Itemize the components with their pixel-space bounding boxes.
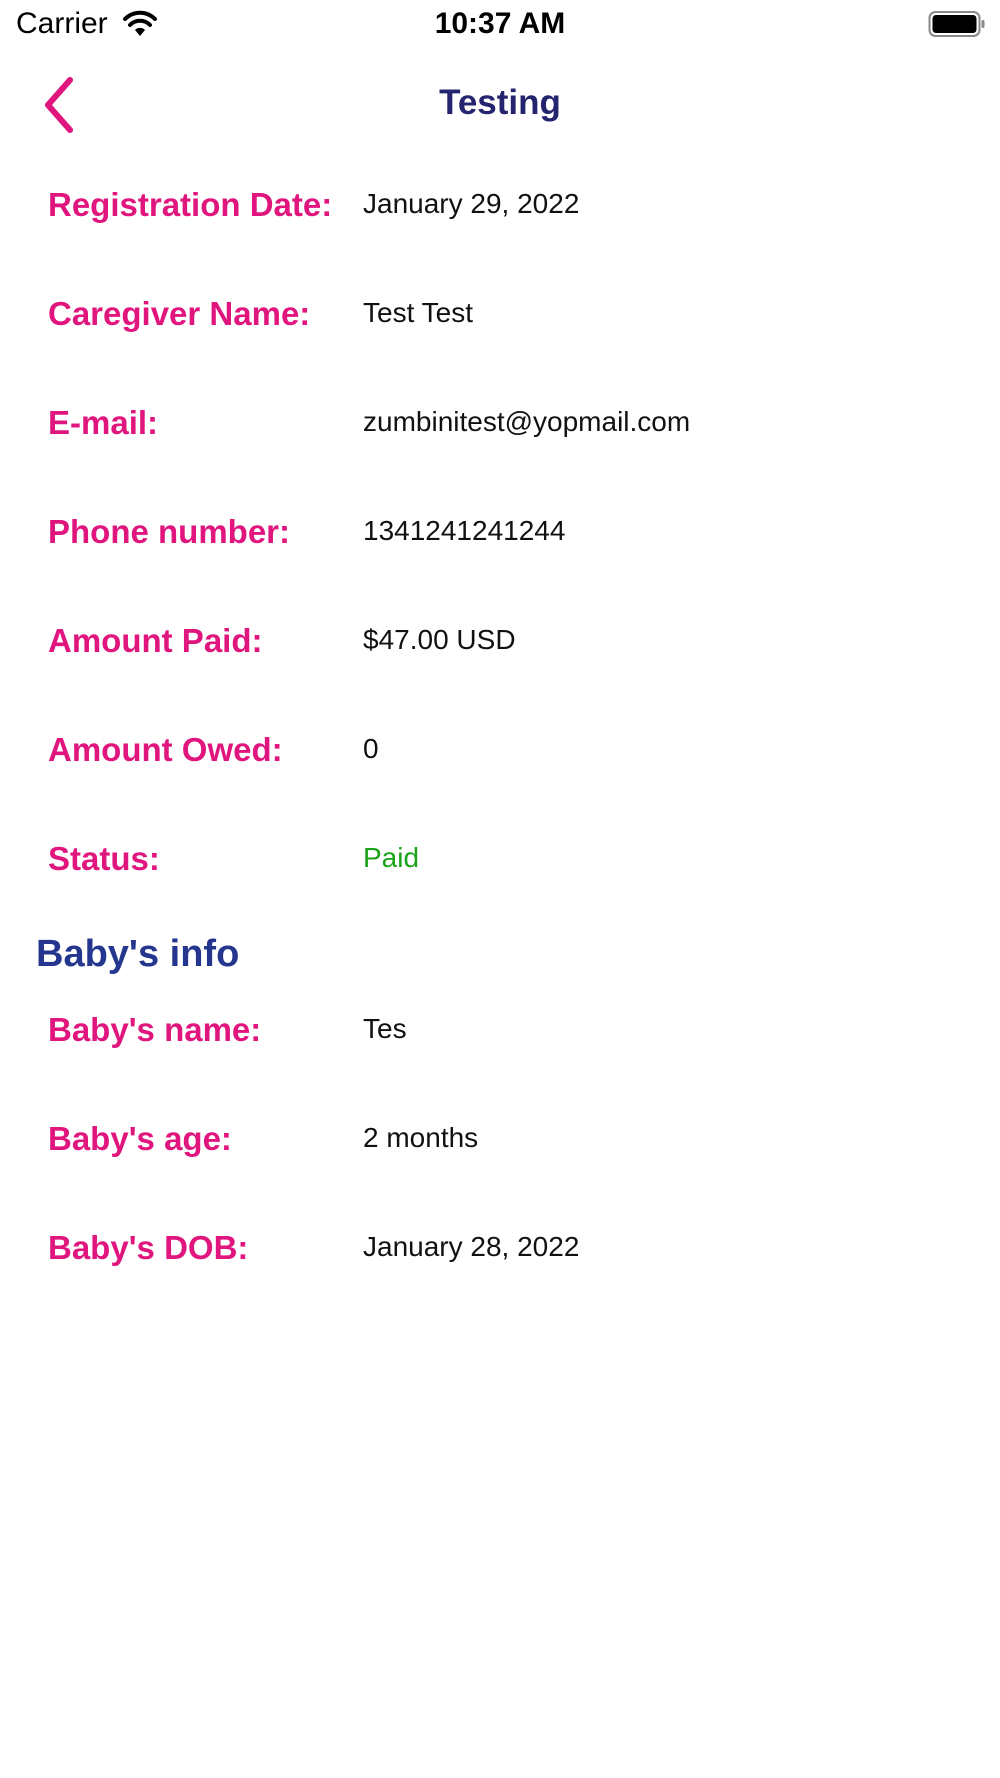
detail-label: Phone number:: [48, 513, 291, 550]
page-title: Testing: [439, 83, 561, 122]
detail-value: Tes: [363, 1013, 407, 1044]
detail-label: Baby's age:: [48, 1120, 232, 1157]
detail-row-babys-age: Baby's age: 2 months: [48, 1110, 968, 1170]
detail-value: $47.00 USD: [363, 624, 516, 655]
status-badge: Paid: [363, 842, 420, 873]
detail-label: Registration Date:: [48, 186, 333, 223]
detail-row-phone-number: Phone number: 1341241241244: [48, 503, 968, 563]
detail-row-amount-paid: Amount Paid: $47.00 USD: [48, 612, 968, 672]
detail-label: Baby's name:: [48, 1011, 262, 1048]
detail-value: 0: [363, 733, 379, 764]
detail-row-caregiver-name: Caregiver Name: Test Test: [48, 285, 968, 345]
detail-value: Test Test: [363, 297, 473, 328]
detail-value: 1341241241244: [363, 515, 566, 546]
detail-label: Amount Paid:: [48, 622, 263, 659]
detail-label: E-mail:: [48, 404, 159, 441]
detail-label: Caregiver Name:: [48, 295, 311, 332]
detail-row-babys-dob: Baby's DOB: January 28, 2022: [48, 1219, 968, 1279]
section-title-babys-info: Baby's info: [36, 933, 240, 975]
status-time: 10:37 AM: [434, 7, 566, 40]
status-bar: Carrier 10:37 AM: [0, 0, 1000, 50]
detail-row-amount-owed: Amount Owed: 0: [48, 721, 968, 781]
detail-row-babys-name: Baby's name: Tes: [48, 1001, 968, 1061]
detail-row-registration-date: Registration Date: January 29, 2022: [48, 176, 968, 236]
detail-value: January 29, 2022: [363, 188, 580, 219]
detail-label: Amount Owed:: [48, 731, 283, 768]
battery-icon: [928, 11, 985, 37]
detail-value: January 28, 2022: [363, 1231, 580, 1262]
detail-value: zumbinitest@yopmail.com: [363, 406, 691, 437]
detail-label: Baby's DOB:: [48, 1229, 249, 1266]
navigation-bar: Testing: [0, 60, 1000, 150]
detail-row-email: E-mail: zumbinitest@yopmail.com: [48, 394, 968, 454]
detail-label: Status:: [48, 840, 160, 877]
detail-row-status: Status: Paid: [48, 830, 968, 890]
detail-value: 2 months: [363, 1122, 479, 1153]
